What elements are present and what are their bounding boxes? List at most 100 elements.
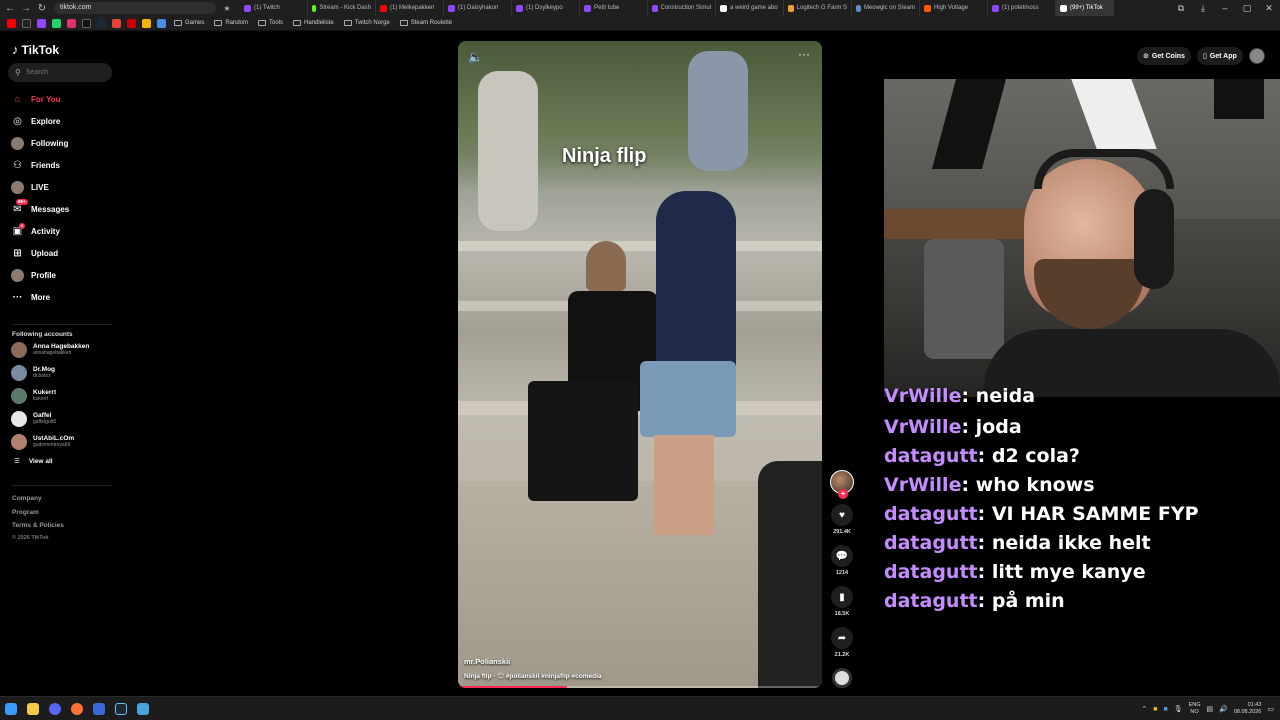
account-handle: gaffelgutt0	[33, 419, 57, 425]
following-account[interactable]: Kukerrt kukerrt	[11, 384, 120, 407]
browser-tab[interactable]: a weird game abo	[716, 0, 784, 16]
bookmark-folder[interactable]: Handleliste	[293, 20, 334, 26]
share-action[interactable]: ➦ 21.2K	[831, 627, 853, 658]
sidebar-item-profile[interactable]: ● Profile	[8, 264, 120, 286]
following-account[interactable]: UstAbiL.cOm gudinnentroya69	[11, 430, 120, 453]
tab-label: Meowgic on Steam	[863, 5, 915, 11]
share-icon[interactable]: ➦	[831, 627, 853, 649]
sidebar-item-label: Friends	[31, 160, 60, 170]
whatsapp-bookmark-icon[interactable]	[52, 18, 61, 28]
browser-tab[interactable]: Meowgic on Steam	[852, 0, 920, 16]
following-account[interactable]: Anna Hagebakken annahagebakken	[11, 338, 120, 361]
file-explorer-icon[interactable]	[22, 698, 44, 720]
sidebar-item-activity[interactable]: ▣ 6 Activity	[8, 220, 120, 242]
following-account[interactable]: Gaffel gaffelgutt0	[11, 407, 120, 430]
browser-tab[interactable]: (1) Twitch	[240, 0, 308, 16]
like-action[interactable]: ♥ 291.4K	[831, 504, 853, 535]
sidebar-item-live[interactable]: ● LIVE	[8, 176, 120, 198]
more-options-icon[interactable]: ···	[798, 47, 810, 61]
profile-avatar[interactable]	[1248, 48, 1265, 64]
sidebar-item-explore[interactable]: ◎ Explore	[8, 110, 120, 132]
twitch-bookmark-icon[interactable]	[37, 18, 46, 28]
browser-tab[interactable]: (1) Daisyhakon	[444, 0, 512, 16]
volume-tray-icon[interactable]: 🔊	[1219, 705, 1228, 713]
view-all-link[interactable]: ☰ View all	[14, 453, 120, 469]
reload-icon[interactable]: ↻	[34, 3, 50, 14]
browser-tab[interactable]: Stream - Kick Dash	[308, 0, 376, 16]
tiktok-bookmark-icon[interactable]	[82, 18, 91, 28]
browser-tab[interactable]: High Voltage	[920, 0, 988, 16]
gmail-bookmark-icon[interactable]	[112, 18, 121, 28]
chevron-up-icon[interactable]: ⌃	[1141, 705, 1147, 713]
x-bookmark-icon[interactable]	[22, 18, 31, 28]
bookmark-folder[interactable]: Games	[174, 20, 204, 26]
tray-app-icon[interactable]: ■	[1153, 706, 1157, 713]
video-author[interactable]: mr.Polianskii	[464, 657, 510, 666]
browser-tab[interactable]: Construction Simul	[648, 0, 716, 16]
news-bookmark-icon[interactable]	[127, 18, 136, 28]
browser-tab[interactable]: (99+) TikTok	[1056, 0, 1114, 16]
follow-plus-icon[interactable]: +	[838, 489, 848, 499]
sidebar-item-friends[interactable]: ⚇ Friends	[8, 154, 120, 176]
calculator-icon[interactable]	[132, 698, 154, 720]
maps-bookmark-icon[interactable]	[142, 18, 151, 28]
bookmark-star-icon[interactable]: ★	[220, 4, 234, 13]
start-icon[interactable]	[0, 698, 22, 720]
video-player[interactable]: Ninja flip 🔈 ··· mr.Polianskii Ninja fli…	[458, 41, 822, 688]
minimize-icon[interactable]: –	[1214, 3, 1236, 14]
video-progress-bar[interactable]	[458, 686, 822, 688]
sidebar-item-messages[interactable]: ✉ 99+ Messages	[8, 198, 120, 220]
music-disc-icon[interactable]	[832, 668, 852, 688]
discord-icon[interactable]	[44, 698, 66, 720]
firefox-icon[interactable]	[66, 698, 88, 720]
bookmark-folder[interactable]: Steam Roulette	[399, 20, 452, 26]
comment-action[interactable]: 💬 1214	[831, 545, 853, 576]
heart-icon[interactable]: ♥	[831, 504, 853, 526]
browser-tab[interactable]: Logitech G Farm S	[784, 0, 852, 16]
close-icon[interactable]: ✕	[1258, 3, 1280, 14]
get-app-button[interactable]: ▯ Get App	[1196, 47, 1243, 65]
youtube-bookmark-icon[interactable]	[7, 18, 16, 28]
footer-link-company[interactable]: Company	[12, 492, 112, 506]
browser-tab[interactable]: Petit tube	[580, 0, 648, 16]
steam-bookmark-icon[interactable]	[97, 18, 106, 28]
app-icon[interactable]	[88, 698, 110, 720]
back-icon[interactable]: ←	[2, 3, 18, 14]
bookmark-folder[interactable]: Twitch Norge	[343, 20, 390, 26]
address-bar[interactable]: tiktok.com	[54, 2, 216, 14]
save-action[interactable]: ▮ 18.5K	[831, 586, 853, 617]
network-icon[interactable]: ▤	[1207, 705, 1214, 713]
tray-app-icon[interactable]: ■	[1163, 706, 1167, 713]
misc-bookmark-icon[interactable]	[157, 18, 166, 28]
sidebar-item-following[interactable]: ● Following	[8, 132, 120, 154]
search-box[interactable]: ⚲	[8, 63, 112, 82]
tiktok-logo[interactable]: ♪ TikTok	[12, 42, 120, 57]
creator-avatar[interactable]: +	[830, 470, 854, 499]
sidebar-item-upload[interactable]: ⊞ Upload	[8, 242, 120, 264]
footer-link-program[interactable]: Program	[12, 506, 112, 520]
following-account[interactable]: Dr.Mog dr.botox	[11, 361, 120, 384]
footer-link-terms[interactable]: Terms & Policies	[12, 519, 112, 533]
system-clock[interactable]: 01:43 08.08.2026	[1234, 702, 1262, 716]
browser-tab[interactable]: (1) potetmoss	[988, 0, 1056, 16]
steam-icon[interactable]	[110, 698, 132, 720]
microphone-icon[interactable]: 🎙	[1174, 705, 1183, 713]
comment-icon[interactable]: 💬	[831, 545, 853, 567]
maximize-icon[interactable]: ▢	[1236, 3, 1258, 14]
bookmark-folder[interactable]: Tools	[258, 20, 283, 26]
download-icon[interactable]: ⤓	[1192, 3, 1214, 14]
sidebar-item-more[interactable]: ··· More	[8, 286, 120, 308]
language-indicator[interactable]: ENG NO	[1189, 702, 1201, 716]
bookmark-folder[interactable]: Random	[214, 20, 248, 26]
search-input[interactable]	[25, 69, 106, 76]
forward-icon[interactable]: →	[18, 3, 34, 14]
get-coins-button[interactable]: ⊙ Get Coins	[1137, 47, 1191, 65]
browser-tab[interactable]: (1) Dsylkeypo	[512, 0, 580, 16]
sidebar-item-for-you[interactable]: ⌂ For You	[8, 88, 120, 110]
extensions-icon[interactable]: ⧉	[1170, 3, 1192, 14]
notification-icon[interactable]: ▭	[1267, 705, 1274, 713]
browser-tab[interactable]: (1) Melkepakken	[376, 0, 444, 16]
bookmark-icon[interactable]: ▮	[831, 586, 853, 608]
instagram-bookmark-icon[interactable]	[67, 18, 76, 28]
volume-icon[interactable]: 🔈	[468, 50, 483, 64]
